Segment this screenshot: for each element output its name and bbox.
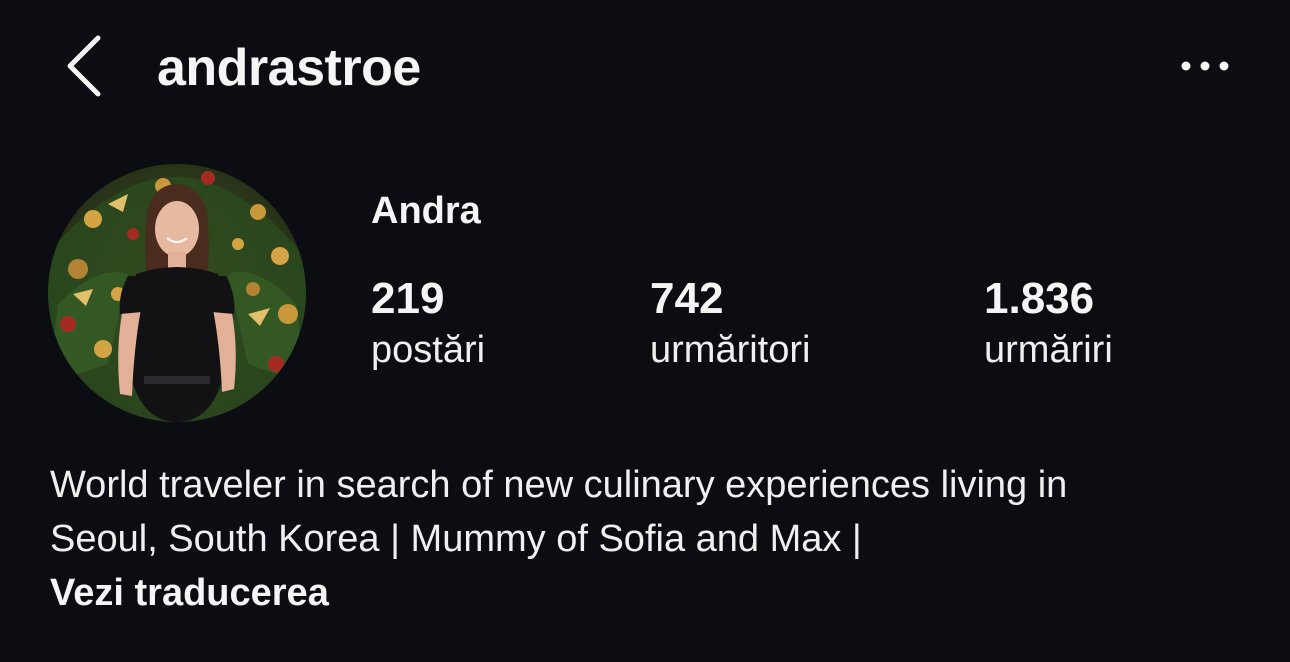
followers-label: urmăritori xyxy=(650,329,811,371)
more-options-button[interactable] xyxy=(1170,44,1240,88)
more-horizontal-icon xyxy=(1181,61,1229,71)
profile-avatar[interactable] xyxy=(48,164,306,422)
following-label: urmăriri xyxy=(984,329,1113,371)
chevron-left-icon xyxy=(67,35,101,97)
see-translation-link[interactable]: Vezi traducerea xyxy=(50,566,1250,620)
followers-stat[interactable]: 742 urmăritori xyxy=(650,272,810,374)
posts-count: 219 xyxy=(371,274,445,323)
profile-header: andrastroe xyxy=(0,0,1290,130)
followers-count: 742 xyxy=(650,274,724,323)
following-count: 1.836 xyxy=(984,274,1095,323)
back-button[interactable] xyxy=(58,32,110,100)
following-stat[interactable]: 1.836 urmăriri xyxy=(984,272,1113,374)
bio-line-1: World traveler in search of new culinary… xyxy=(50,464,1068,506)
profile-bio: World traveler in search of new culinary… xyxy=(50,458,1250,620)
posts-label: postări xyxy=(371,329,486,371)
avatar-photo xyxy=(48,164,306,422)
bio-line-2: Seoul, South Korea | Mummy of Sofia and … xyxy=(50,518,862,560)
posts-stat[interactable]: 219 postări xyxy=(371,272,485,374)
profile-username: andrastroe xyxy=(157,39,421,97)
profile-display-name: Andra xyxy=(371,190,481,232)
